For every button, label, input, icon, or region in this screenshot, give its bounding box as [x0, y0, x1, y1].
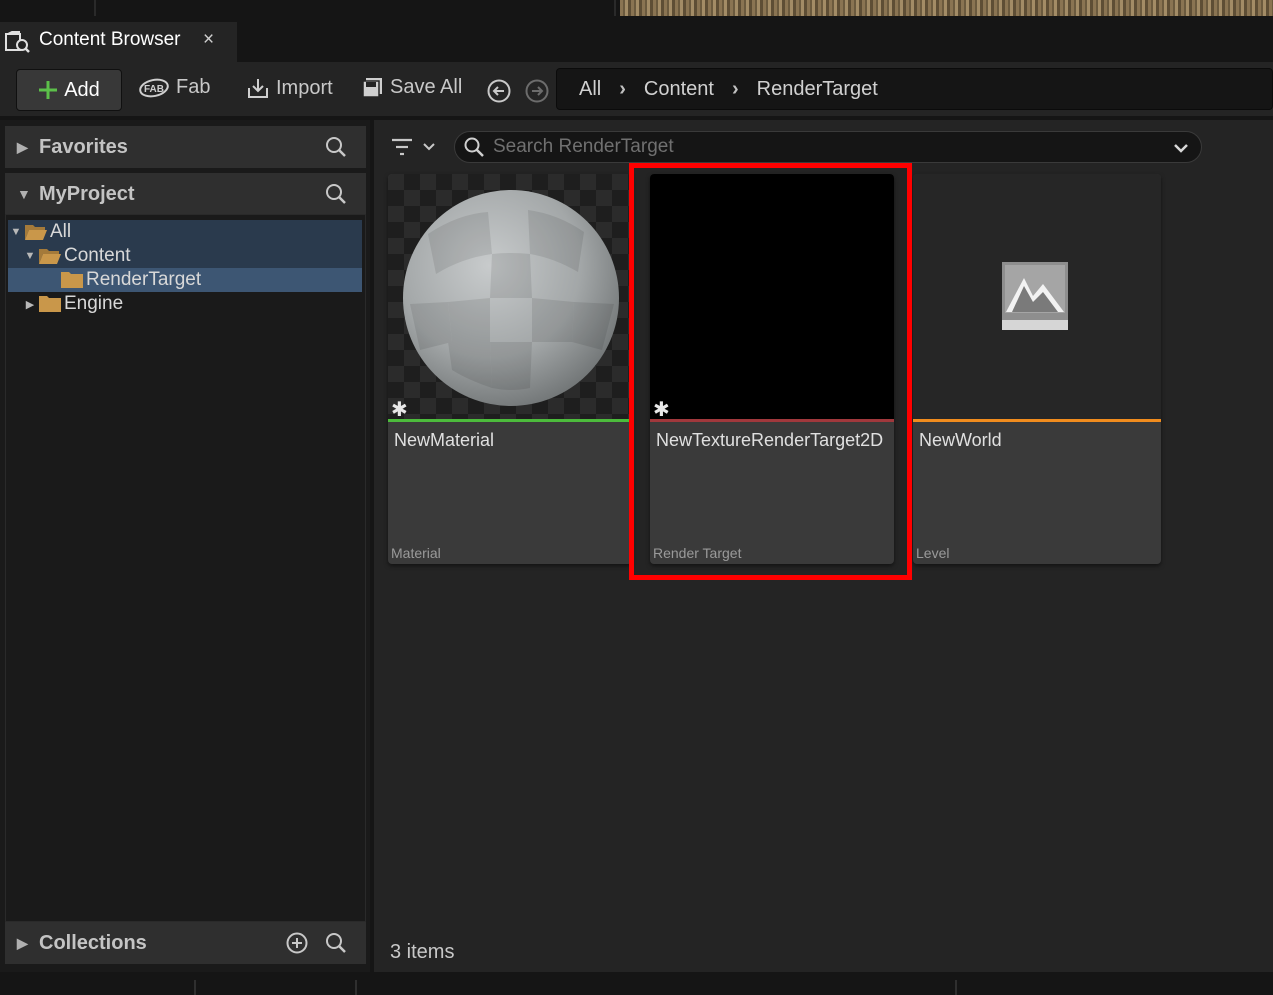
svg-text:FAB: FAB [144, 84, 164, 95]
breadcrumb-item-rendertarget[interactable]: RenderTarget [757, 78, 878, 101]
divider [194, 980, 196, 995]
asset-name: NewWorld [919, 430, 1002, 450]
tree-item-label: All [50, 221, 72, 242]
divider [94, 0, 96, 16]
highlight-box [629, 163, 912, 580]
favorites-header[interactable]: ▶ Favorites [5, 126, 366, 168]
back-arrow-icon[interactable] [486, 78, 512, 104]
divider [955, 980, 957, 995]
expand-arrow-icon[interactable]: ▶ [22, 298, 38, 311]
divider [614, 0, 616, 16]
tab-title: Content Browser [39, 29, 181, 50]
folder-tree [5, 214, 366, 922]
add-button[interactable]: Add [16, 69, 122, 111]
collections-header[interactable]: ▶ Collections [5, 922, 366, 964]
asset-thumbnail [913, 174, 1161, 419]
folder-open-icon [25, 225, 47, 240]
import-button[interactable]: Import [246, 76, 333, 100]
chevron-down-icon[interactable] [1171, 138, 1191, 158]
tree-item-label: RenderTarget [86, 269, 202, 290]
material-sphere-icon [403, 190, 619, 406]
collapse-arrow-icon[interactable]: ▼ [8, 226, 24, 238]
search-icon [464, 137, 484, 157]
level-icon [1002, 262, 1068, 330]
tree-item-engine[interactable]: ▶ Engine [8, 292, 362, 316]
import-label: Import [276, 76, 333, 99]
asset-type: Level [916, 545, 950, 561]
myproject-header[interactable]: ▼ MyProject [5, 173, 366, 215]
collapse-arrow-icon[interactable]: ▼ [17, 186, 31, 202]
save-all-icon [362, 77, 382, 98]
fab-label: Fab [176, 76, 211, 98]
collections-label: Collections [39, 931, 147, 954]
import-icon [248, 79, 268, 98]
search-input[interactable] [493, 136, 1153, 158]
tree-item-content[interactable]: ▼ Content [8, 244, 362, 268]
folder-icon [39, 296, 61, 312]
breadcrumb: All › Content › RenderTarget [556, 68, 1273, 110]
folder-open-icon [39, 249, 61, 264]
forward-arrow-icon[interactable] [524, 78, 550, 104]
expand-arrow-icon[interactable]: ▶ [17, 935, 31, 952]
search-bar [454, 131, 1202, 163]
fab-button[interactable]: FAB Fab [138, 76, 210, 99]
save-all-label: Save All [390, 76, 463, 98]
divider [355, 980, 357, 995]
asset-type-color-bar [913, 419, 1161, 422]
asset-name: NewMaterial [394, 430, 495, 450]
breadcrumb-item-content[interactable]: Content [644, 78, 714, 101]
content-browser-icon [5, 31, 30, 53]
plus-icon [39, 81, 58, 99]
search-icon[interactable] [324, 182, 348, 206]
asset-type-color-bar [388, 419, 632, 422]
filter-icon[interactable] [390, 136, 440, 158]
search-icon[interactable] [324, 135, 348, 159]
asset-tile-material[interactable]: ✱ NewMaterial Material [388, 174, 632, 564]
search-icon[interactable] [324, 931, 348, 955]
myproject-label: MyProject [39, 182, 135, 205]
unsaved-asterisk-icon: ✱ [391, 399, 408, 421]
tree-item-label: Engine [64, 293, 124, 314]
save-all-button[interactable]: Save All [362, 76, 462, 99]
asset-thumbnail: ✱ [388, 174, 632, 421]
add-collection-icon[interactable] [286, 932, 308, 954]
bottom-strip [0, 975, 1273, 995]
collapse-arrow-icon[interactable]: ▼ [22, 250, 38, 262]
fab-icon: FAB [139, 78, 169, 97]
asset-type: Material [391, 545, 441, 561]
tree-item-rendertarget[interactable]: RenderTarget [8, 268, 362, 292]
viewport-preview [620, 0, 1273, 16]
chevron-right-icon[interactable]: › [619, 78, 626, 101]
folder-icon [61, 272, 83, 288]
tree-item-all[interactable]: ▼ All [8, 220, 362, 244]
asset-tile-world[interactable]: NewWorld Level [913, 174, 1161, 564]
chevron-right-icon[interactable]: › [732, 78, 739, 101]
tree-item-label: Content [64, 245, 131, 266]
item-count: 3 items [390, 941, 455, 963]
close-icon[interactable]: × [203, 29, 214, 51]
add-label: Add [64, 78, 100, 101]
breadcrumb-item-all[interactable]: All [579, 78, 601, 101]
favorites-label: Favorites [39, 135, 128, 158]
expand-arrow-icon[interactable]: ▶ [17, 139, 31, 156]
